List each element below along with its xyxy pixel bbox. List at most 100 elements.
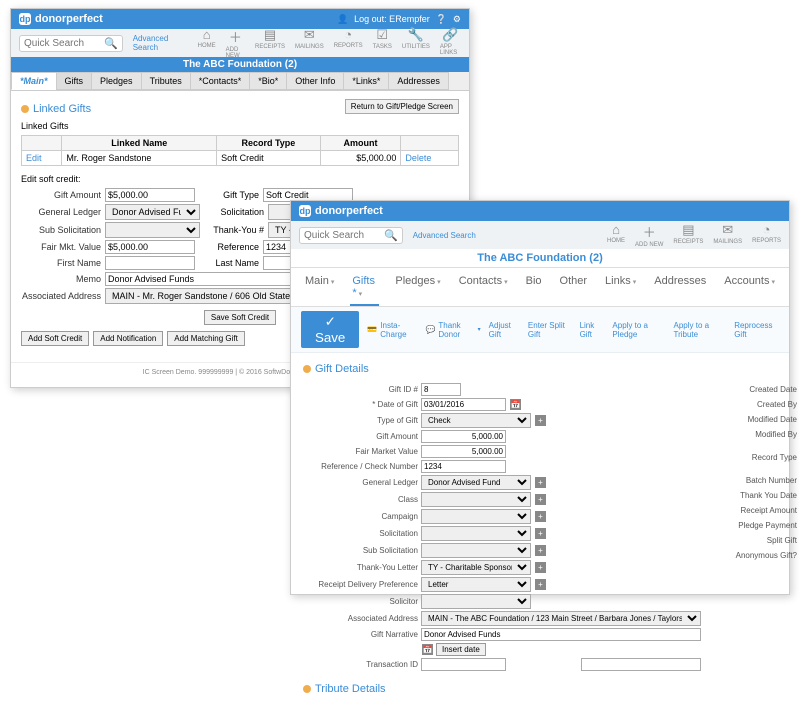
tab-accounts[interactable]: Accounts▾ xyxy=(722,272,777,306)
nav-applinks[interactable]: 🔗APP LINKS xyxy=(440,27,461,59)
link-gift-button[interactable]: Link Gift xyxy=(580,321,605,339)
gl-select[interactable]: Donor Advised Fund xyxy=(105,204,200,220)
assoc-address-select[interactable]: MAIN - The ABC Foundation / 123 Main Str… xyxy=(421,611,701,626)
gift-amount-input[interactable] xyxy=(421,430,506,443)
first-name-input[interactable] xyxy=(105,256,195,270)
search-icon[interactable]: 🔍 xyxy=(384,229,398,242)
calendar-icon[interactable]: 📅 xyxy=(422,644,433,655)
quick-search[interactable]: 🔍 xyxy=(299,227,403,244)
plus-icon[interactable]: + xyxy=(535,511,546,522)
nav-receipts[interactable]: ▤RECEIPTS xyxy=(255,27,285,59)
class-select[interactable] xyxy=(421,492,531,507)
tab-addresses[interactable]: Addresses xyxy=(652,272,708,306)
plus-icon[interactable]: + xyxy=(535,528,546,539)
nav-home[interactable]: ⌂HOME xyxy=(198,27,216,59)
plus-icon[interactable]: + xyxy=(535,562,546,573)
transaction-id-input-2[interactable] xyxy=(581,658,701,671)
nav-mailings[interactable]: ✉MAILINGS xyxy=(713,222,742,248)
nav-receipts[interactable]: ▤RECEIPTS xyxy=(673,222,703,248)
search-row: 🔍 Advanced Search ⌂HOME ＋ADD NEW ▤RECEIP… xyxy=(291,221,789,249)
plus-icon[interactable]: + xyxy=(535,545,546,556)
nav-mailings[interactable]: ✉MAILINGS xyxy=(295,27,324,59)
receipt-delivery-select[interactable]: Letter xyxy=(421,577,531,592)
search-input[interactable] xyxy=(24,38,104,49)
gift-id-input[interactable] xyxy=(421,383,461,396)
insert-date-button[interactable]: Insert date xyxy=(436,643,486,656)
help-icon[interactable]: ❔ xyxy=(436,14,447,25)
save-soft-credit-button[interactable]: Save Soft Credit xyxy=(204,310,276,325)
memo-input[interactable] xyxy=(105,272,305,286)
gear-icon[interactable]: ⚙ xyxy=(453,14,461,25)
tab-gifts[interactable]: Gifts *▾ xyxy=(350,272,379,306)
nav-tasks[interactable]: ☑TASKS xyxy=(373,27,392,59)
nav-reports[interactable]: ◔REPORTS xyxy=(752,222,781,248)
plus-icon[interactable]: + xyxy=(535,415,546,426)
brand-logo: dp donorperfect xyxy=(299,205,383,217)
tab-otherinfo[interactable]: Other Info xyxy=(286,72,344,90)
chevron-down-icon: ▾ xyxy=(633,279,637,286)
gift-narrative-input[interactable] xyxy=(421,628,701,641)
nav-utilities[interactable]: 🔧UTILITIES xyxy=(402,27,430,59)
fmv-input[interactable] xyxy=(421,445,506,458)
search-icon[interactable]: 🔍 xyxy=(104,37,118,50)
nav-addnew[interactable]: ＋ADD NEW xyxy=(635,222,663,248)
sub-solicitation-select[interactable] xyxy=(421,543,531,558)
tab-contacts[interactable]: Contacts▾ xyxy=(457,272,510,306)
add-matching-gift-button[interactable]: Add Matching Gift xyxy=(167,331,245,346)
tab-main[interactable]: Main▾ xyxy=(303,272,336,306)
insta-charge-button[interactable]: 💳Insta-Charge xyxy=(367,321,417,339)
logout-link[interactable]: Log out: ERempfer xyxy=(354,14,430,24)
apply-tribute-button[interactable]: Apply to a Tribute xyxy=(674,321,727,339)
plus-icon[interactable]: + xyxy=(535,494,546,505)
thank-donor-button[interactable]: 💬Thank Donor▾ xyxy=(425,321,480,339)
calendar-icon[interactable]: 📅 xyxy=(510,399,521,410)
edit-link[interactable]: Edit xyxy=(26,153,42,163)
ref-check-input[interactable] xyxy=(421,460,506,473)
add-soft-credit-button[interactable]: Add Soft Credit xyxy=(21,331,89,346)
adjust-gift-button[interactable]: Adjust Gift xyxy=(489,321,520,339)
date-of-gift-input[interactable] xyxy=(421,398,506,411)
subsol-select[interactable] xyxy=(105,222,200,238)
nav-addnew[interactable]: ＋ADD NEW xyxy=(226,27,245,59)
save-button[interactable]: ✓ Save xyxy=(301,311,359,348)
transaction-id-input[interactable] xyxy=(421,658,506,671)
enter-split-gift-button[interactable]: Enter Split Gift xyxy=(528,321,572,339)
ty-letter-select[interactable]: TY - Charitable Sponsor xyxy=(421,560,531,575)
record-tabs: Main▾ Gifts *▾ Pledges▾ Contacts▾ Bio Ot… xyxy=(291,268,789,307)
nav-home[interactable]: ⌂HOME xyxy=(607,222,625,248)
solicitor-select[interactable] xyxy=(421,594,531,609)
quick-search[interactable]: 🔍 xyxy=(19,35,123,52)
apply-pledge-button[interactable]: Apply to a Pledge xyxy=(612,321,665,339)
gl-select[interactable]: Donor Advised Fund xyxy=(421,475,531,490)
type-of-gift-select[interactable]: Check xyxy=(421,413,531,428)
tab-pledges[interactable]: Pledges xyxy=(91,72,142,90)
plus-icon[interactable]: + xyxy=(535,477,546,488)
window-gift-details: dp donorperfect 🔍 Advanced Search ⌂HOME … xyxy=(290,200,790,595)
fmv-input[interactable] xyxy=(105,240,195,254)
campaign-select[interactable] xyxy=(421,509,531,524)
add-notification-button[interactable]: Add Notification xyxy=(93,331,163,346)
tab-links[interactable]: Links▾ xyxy=(603,272,638,306)
nav-reports[interactable]: ◔REPORTS xyxy=(334,27,363,59)
tab-tributes[interactable]: Tributes xyxy=(141,72,191,90)
gift-amount-input[interactable] xyxy=(105,188,195,202)
tab-contacts[interactable]: *Contacts* xyxy=(190,72,251,90)
plus-icon[interactable]: + xyxy=(535,579,546,590)
tab-bio[interactable]: Bio xyxy=(524,272,544,306)
linked-gifts-table: Linked Name Record Type Amount Edit Mr. … xyxy=(21,135,459,166)
tab-main[interactable]: *Main* xyxy=(11,72,57,90)
delete-link[interactable]: Delete xyxy=(405,153,431,163)
advanced-search-link[interactable]: Advanced Search xyxy=(413,231,476,240)
tab-links[interactable]: *Links* xyxy=(343,72,389,90)
search-input[interactable] xyxy=(304,230,384,241)
tab-addresses[interactable]: Addresses xyxy=(388,72,449,90)
reprocess-gift-button[interactable]: Reprocess Gift xyxy=(734,321,779,339)
solicitation-select[interactable] xyxy=(421,526,531,541)
tab-bio[interactable]: *Bio* xyxy=(249,72,287,90)
brand-text: donorperfect xyxy=(35,13,103,25)
advanced-search-link[interactable]: Advanced Search xyxy=(133,34,192,52)
tab-other[interactable]: Other xyxy=(558,272,590,306)
tab-pledges[interactable]: Pledges▾ xyxy=(393,272,442,306)
return-button[interactable]: Return to Gift/Pledge Screen xyxy=(345,99,459,114)
tab-gifts[interactable]: Gifts xyxy=(56,72,93,90)
